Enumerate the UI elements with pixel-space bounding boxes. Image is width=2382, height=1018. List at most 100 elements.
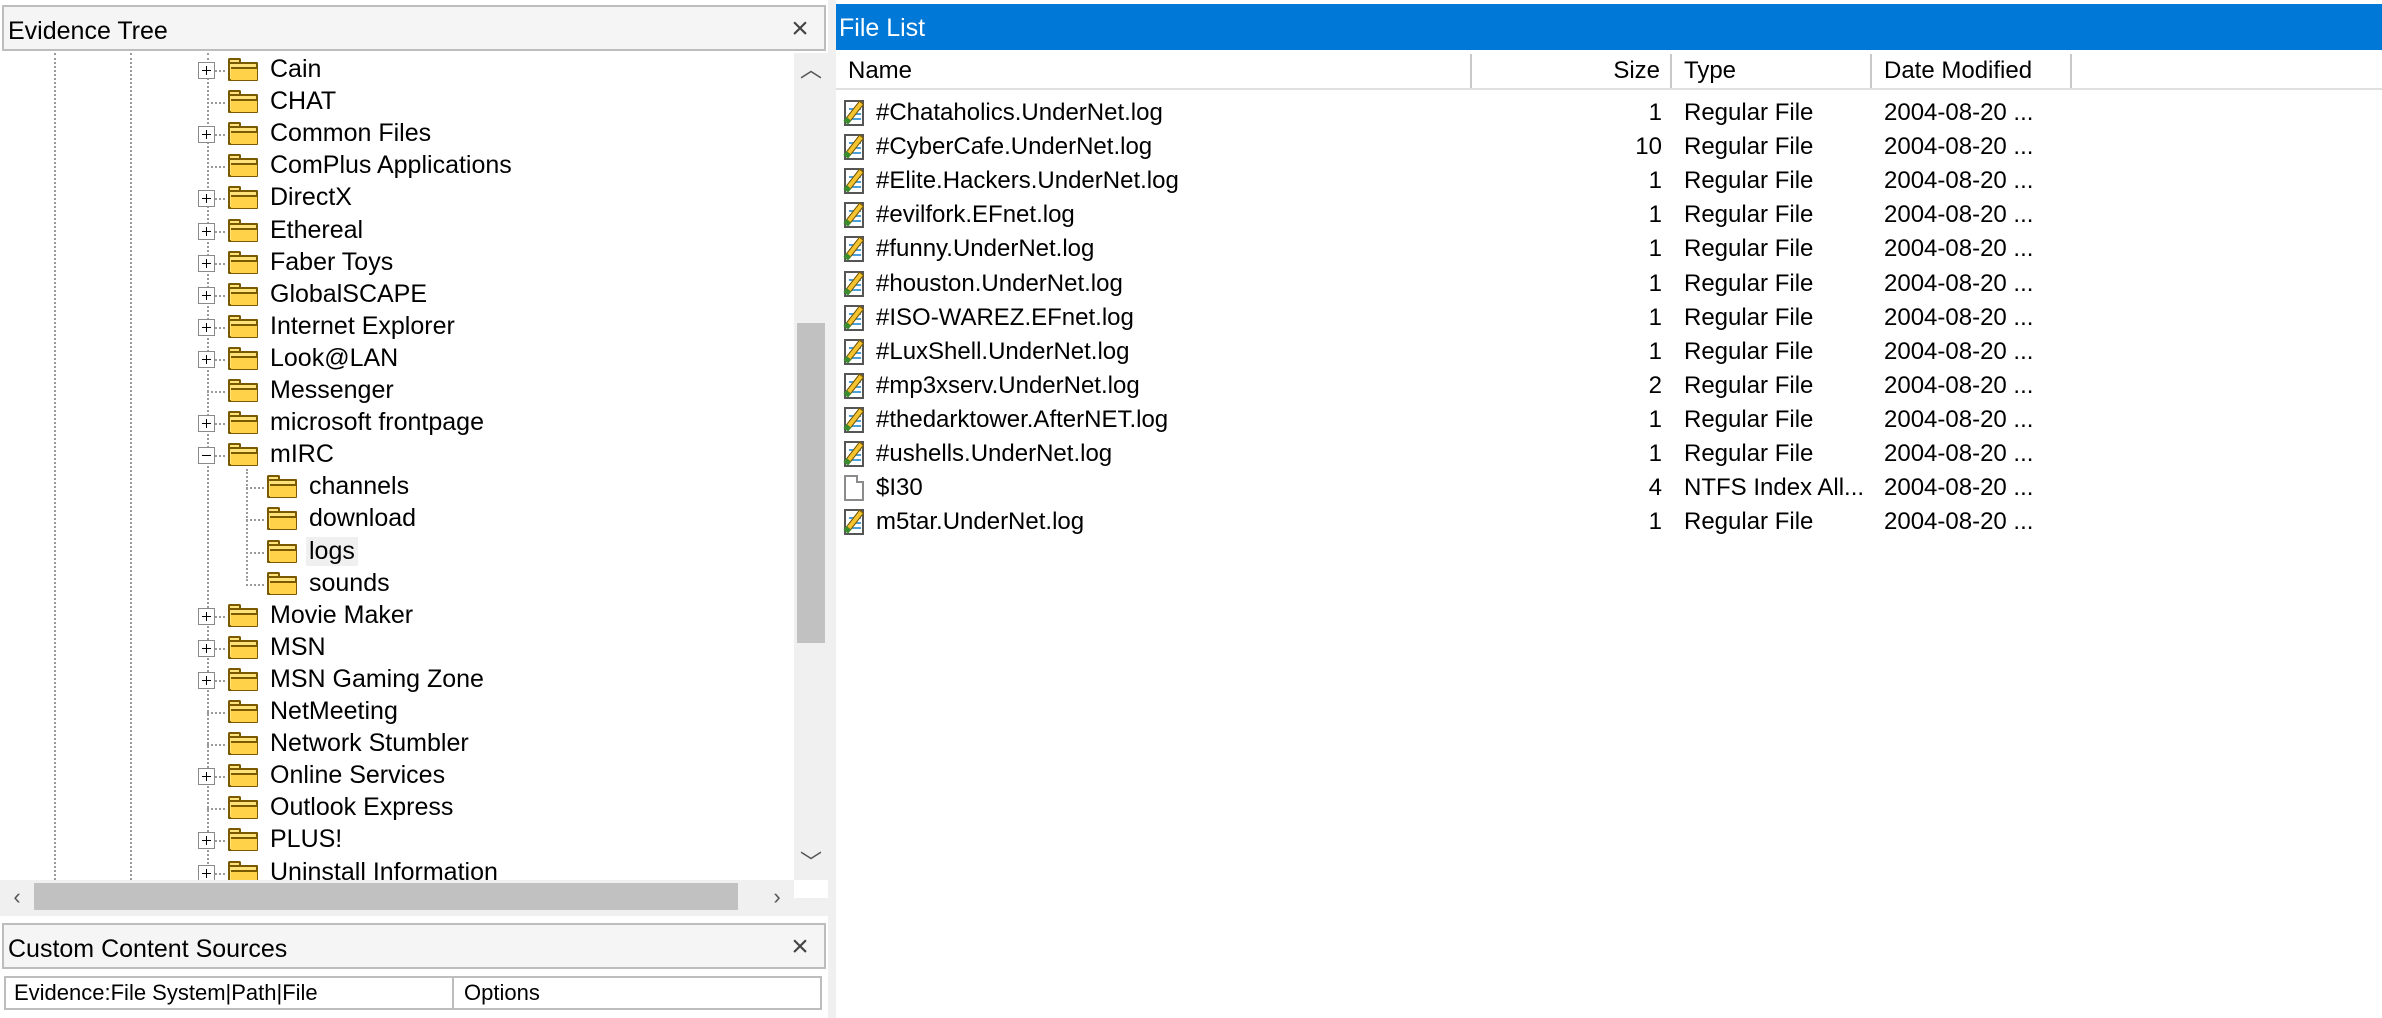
tree-item-label[interactable]: microsoft frontpage — [267, 408, 487, 437]
tree-item-label[interactable]: Ethereal — [267, 216, 366, 245]
tree-item[interactable]: Internet Explorer — [0, 311, 794, 343]
tree-item-label[interactable]: Messenger — [267, 376, 397, 405]
file-row[interactable]: $I30 4 NTFS Index All... 2004-08-20 ... — [836, 471, 2086, 505]
horizontal-scroll-thumb[interactable] — [34, 883, 738, 910]
scroll-left-arrow-icon[interactable]: ‹ — [0, 880, 34, 913]
tree-vertical-scrollbar[interactable]: ︿ ﹀ — [794, 53, 828, 880]
tree-item[interactable]: GlobalSCAPE — [0, 279, 794, 311]
tree-item[interactable]: PLUS! — [0, 824, 794, 856]
tree-item-label[interactable]: PLUS! — [267, 825, 345, 854]
file-row[interactable]: #CyberCafe.UnderNet.log 10 Regular File 200… — [836, 130, 2086, 164]
tree-item[interactable]: MSN Gaming Zone — [0, 664, 794, 696]
tree-item-label[interactable]: channels — [306, 472, 412, 501]
expand-icon[interactable] — [198, 768, 215, 786]
tree-item[interactable]: channels — [0, 471, 794, 503]
tree-item-label[interactable]: ComPlus Applications — [267, 151, 515, 180]
vertical-scroll-thumb[interactable] — [797, 323, 825, 643]
tree-item-label[interactable]: download — [306, 504, 419, 533]
tree-item-label[interactable]: Faber Toys — [267, 248, 396, 277]
tree-item-label[interactable]: GlobalSCAPE — [267, 280, 430, 309]
tree-item-label[interactable]: Network Stumbler — [267, 729, 472, 758]
tree-item[interactable]: DirectX — [0, 182, 794, 214]
tree-item-label[interactable]: mIRC — [267, 440, 337, 469]
expand-icon[interactable] — [198, 190, 215, 208]
expand-icon[interactable] — [198, 222, 215, 240]
expand-icon[interactable] — [198, 126, 215, 144]
column-header-type[interactable]: Type — [1672, 54, 1872, 88]
tree-item-label[interactable]: Online Services — [267, 761, 448, 790]
file-list-header: Name Size Type Date Modified — [836, 54, 2382, 88]
tree-item[interactable]: Ethereal — [0, 215, 794, 247]
expand-icon[interactable] — [198, 62, 215, 79]
tree-item-label[interactable]: MSN — [267, 633, 329, 662]
tree-item-label[interactable]: Common Files — [267, 119, 434, 148]
tree-item-label[interactable]: logs — [306, 536, 358, 566]
column-header-evidence-path[interactable]: Evidence:File System|Path|File — [6, 978, 454, 1008]
tree-item-label[interactable]: Outlook Express — [267, 793, 456, 822]
tree-item[interactable]: logs — [0, 536, 794, 568]
tree-item-label[interactable]: CHAT — [267, 87, 339, 116]
tree-item[interactable]: Outlook Express — [0, 792, 794, 824]
tree-item[interactable]: MSN — [0, 632, 794, 664]
file-row[interactable]: m5tar.UnderNet.log 1 Regular File 2004-08-2… — [836, 505, 2086, 539]
column-header-options[interactable]: Options — [456, 978, 816, 1008]
tree-item[interactable]: Online Services — [0, 760, 794, 792]
scroll-down-arrow-icon[interactable]: ﹀ — [794, 846, 828, 880]
tree-item[interactable]: Cain — [0, 54, 794, 86]
collapse-icon[interactable] — [198, 447, 215, 465]
expand-icon[interactable] — [198, 350, 215, 368]
file-row[interactable]: #houston.UnderNet.log 1 Regular File 2004-0… — [836, 267, 2086, 301]
tree-item[interactable]: Movie Maker — [0, 600, 794, 632]
expand-icon[interactable] — [198, 671, 215, 689]
tree-item[interactable]: mIRC — [0, 439, 794, 471]
close-icon[interactable]: × — [788, 932, 812, 962]
tree-item-label[interactable]: MSN Gaming Zone — [267, 665, 487, 694]
file-row[interactable]: #Chataholics.UnderNet.log 1 Regular File 20… — [836, 96, 2086, 130]
tree-item[interactable]: NetMeeting — [0, 696, 794, 728]
file-row[interactable]: #ISO-WAREZ.EFnet.log 1 Regular File 2004-08… — [836, 301, 2086, 335]
tree-item[interactable]: download — [0, 503, 794, 535]
scroll-right-arrow-icon[interactable]: › — [760, 880, 794, 913]
tree-horizontal-scrollbar[interactable]: ‹ › — [0, 880, 794, 913]
tree-item-label[interactable]: Uninstall Information — [267, 858, 501, 881]
expand-icon[interactable] — [198, 286, 215, 304]
scroll-up-arrow-icon[interactable]: ︿ — [794, 53, 828, 87]
expand-icon[interactable] — [198, 832, 215, 850]
tree-item[interactable]: Messenger — [0, 375, 794, 407]
file-row[interactable]: #evilfork.EFnet.log 1 Regular File 2004-08-… — [836, 198, 2086, 232]
column-header-date-modified[interactable]: Date Modified — [1872, 54, 2072, 88]
column-header-size[interactable]: Size — [1472, 54, 1672, 88]
expand-icon[interactable] — [198, 639, 215, 657]
tree-item[interactable]: microsoft frontpage — [0, 407, 794, 439]
tree-item[interactable]: Look@LAN — [0, 343, 794, 375]
file-row[interactable]: #LuxShell.UnderNet.log 1 Regular File 2004-… — [836, 335, 2086, 369]
file-row[interactable]: #Elite.Hackers.UnderNet.log 1 Regular File… — [836, 164, 2086, 198]
tree-item[interactable]: Faber Toys — [0, 247, 794, 279]
expand-icon[interactable] — [198, 607, 215, 625]
tree-item[interactable]: Uninstall Information — [0, 857, 794, 881]
evidence-tree[interactable]: Cain CHAT Common Files ComPlus Applications… — [0, 53, 794, 880]
expand-icon[interactable] — [198, 415, 215, 433]
expand-icon[interactable] — [198, 254, 215, 272]
file-row[interactable]: #thedarktower.AfterNET.log 1 Regular File 2… — [836, 403, 2086, 437]
file-row[interactable]: #mp3xserv.UnderNet.log 2 Regular File 2004-… — [836, 369, 2086, 403]
tree-item-label[interactable]: sounds — [306, 569, 393, 598]
column-header-name[interactable]: Name — [836, 54, 1472, 88]
tree-item-label[interactable]: DirectX — [267, 183, 355, 212]
tree-item[interactable]: sounds — [0, 568, 794, 600]
tree-item-label[interactable]: NetMeeting — [267, 697, 401, 726]
tree-item[interactable]: CHAT — [0, 86, 794, 118]
folder-icon — [227, 667, 259, 692]
expand-icon[interactable] — [198, 864, 215, 880]
file-row[interactable]: #ushells.UnderNet.log 1 Regular File 2004-0… — [836, 437, 2086, 471]
tree-item[interactable]: Common Files — [0, 118, 794, 150]
tree-item[interactable]: Network Stumbler — [0, 728, 794, 760]
tree-item-label[interactable]: Cain — [267, 55, 324, 84]
tree-item-label[interactable]: Look@LAN — [267, 344, 401, 373]
expand-icon[interactable] — [198, 318, 215, 336]
close-icon[interactable]: × — [788, 14, 812, 44]
file-row[interactable]: #funny.UnderNet.log 1 Regular File 2004-08-… — [836, 232, 2086, 266]
tree-item[interactable]: ComPlus Applications — [0, 150, 794, 182]
tree-item-label[interactable]: Movie Maker — [267, 601, 416, 630]
tree-item-label[interactable]: Internet Explorer — [267, 312, 458, 341]
